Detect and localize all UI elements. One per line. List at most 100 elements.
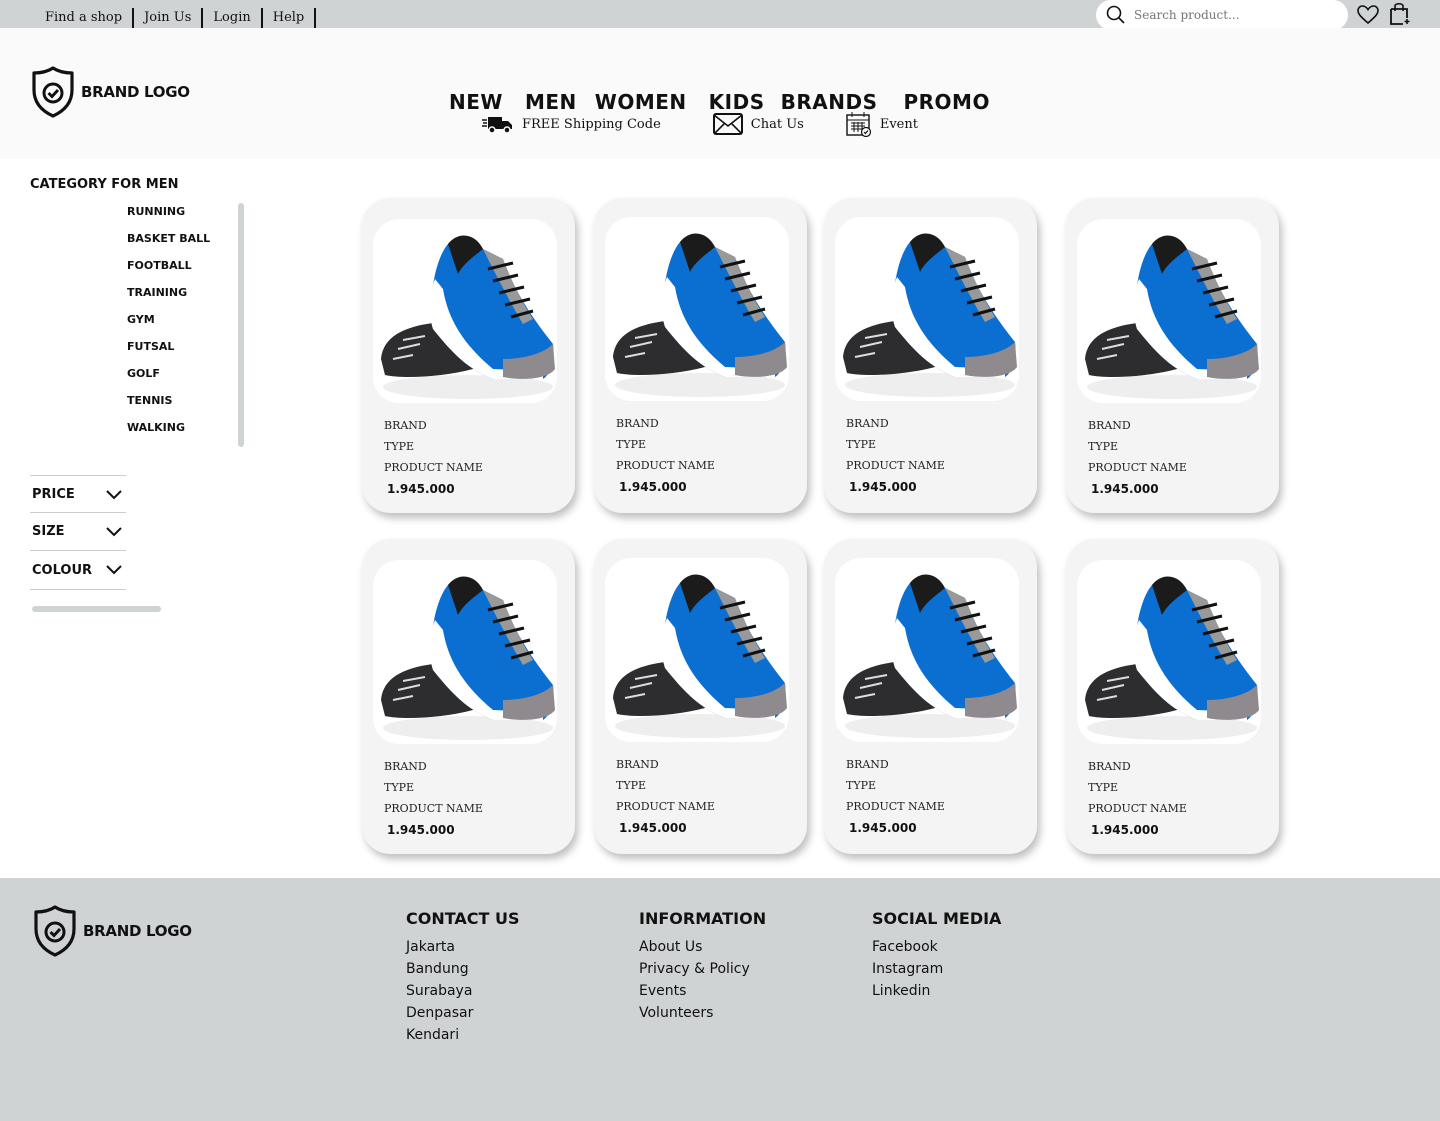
product-card[interactable]: BRAND TYPE PRODUCT NAME 1.945.000 <box>362 539 575 854</box>
privacy-policy-link[interactable]: Privacy & Policy <box>639 958 766 980</box>
product-card[interactable]: BRAND TYPE PRODUCT NAME 1.945.000 <box>824 539 1037 854</box>
search-input[interactable] <box>1134 8 1334 22</box>
footer-information: INFORMATION About Us Privacy & Policy Ev… <box>639 909 766 1024</box>
product-price: 1.945.000 <box>1091 823 1159 837</box>
product-price: 1.945.000 <box>849 480 917 494</box>
cart-bag-icon[interactable] <box>1389 2 1411 26</box>
product-price: 1.945.000 <box>1091 482 1159 496</box>
category-basketball[interactable]: BASKET BALL <box>127 232 210 259</box>
event-label: Event <box>879 116 918 132</box>
category-scrollbar[interactable] <box>238 203 244 447</box>
help-link[interactable]: Help <box>273 8 317 28</box>
filter-size-label: SIZE <box>32 524 65 539</box>
filter-size[interactable]: SIZE <box>30 512 126 550</box>
header: BRAND LOGO NEW MEN WOMEN KIDS BRANDS PRO… <box>0 28 1440 159</box>
category-running[interactable]: RUNNING <box>127 205 210 232</box>
about-us-link[interactable]: About Us <box>639 936 766 958</box>
free-shipping-label: FREE Shipping Code <box>522 116 661 132</box>
product-card[interactable]: BRAND TYPE PRODUCT NAME 1.945.000 <box>1066 198 1279 513</box>
contact-heading: CONTACT US <box>406 909 520 928</box>
product-brand: BRAND <box>1088 419 1131 432</box>
product-image[interactable] <box>1077 219 1261 403</box>
category-golf[interactable]: GOLF <box>127 367 210 394</box>
brand-logo-text: BRAND LOGO <box>81 83 190 101</box>
utility-bar: Find a shop Join Us Login Help <box>0 0 1440 30</box>
product-image[interactable] <box>605 217 789 401</box>
chat-us-link[interactable]: Chat Us <box>712 113 804 135</box>
filter-price[interactable]: PRICE <box>30 475 126 513</box>
product-image[interactable] <box>605 558 789 742</box>
product-type: TYPE <box>846 438 877 451</box>
product-card[interactable]: BRAND TYPE PRODUCT NAME 1.945.000 <box>594 539 807 854</box>
product-brand: BRAND <box>616 417 659 430</box>
product-image[interactable] <box>373 219 557 403</box>
product-image[interactable] <box>1077 560 1261 744</box>
product-name: PRODUCT NAME <box>384 802 483 815</box>
linkedin-link[interactable]: Linkedin <box>872 980 1001 1002</box>
free-shipping-link[interactable]: FREE Shipping Code <box>482 114 661 134</box>
calendar-icon <box>846 112 871 137</box>
product-name: PRODUCT NAME <box>384 461 483 474</box>
product-card[interactable]: BRAND TYPE PRODUCT NAME 1.945.000 <box>824 198 1037 513</box>
category-training[interactable]: TRAINING <box>127 286 210 313</box>
product-image[interactable] <box>373 560 557 744</box>
category-list: RUNNING BASKET BALL FOOTBALL TRAINING GY… <box>127 205 210 448</box>
contact-surabaya[interactable]: Surabaya <box>406 980 520 1002</box>
shield-check-icon <box>31 66 75 118</box>
filter-price-label: PRICE <box>32 487 75 502</box>
social-heading: SOCIAL MEDIA <box>872 909 1002 928</box>
product-type: TYPE <box>384 440 415 453</box>
product-card[interactable]: BRAND TYPE PRODUCT NAME 1.945.000 <box>594 198 807 513</box>
chevron-down-icon <box>106 489 122 499</box>
category-title: CATEGORY FOR MEN <box>30 177 179 192</box>
facebook-link[interactable]: Facebook <box>872 936 1001 958</box>
sidebar-horizontal-scrollbar[interactable] <box>32 606 161 612</box>
category-gym[interactable]: GYM <box>127 313 210 340</box>
events-link[interactable]: Events <box>639 980 766 1002</box>
product-card[interactable]: BRAND TYPE PRODUCT NAME 1.945.000 <box>362 198 575 513</box>
search-icon <box>1106 5 1125 24</box>
event-link[interactable]: Event <box>846 111 918 137</box>
truck-icon <box>482 117 512 134</box>
join-us-link[interactable]: Join Us <box>144 8 204 28</box>
information-heading: INFORMATION <box>639 909 767 928</box>
brand-logo[interactable]: BRAND LOGO <box>31 66 190 118</box>
product-name: PRODUCT NAME <box>1088 802 1187 815</box>
footer-brand-logo-text: BRAND LOGO <box>83 922 192 940</box>
product-type: TYPE <box>616 438 647 451</box>
instagram-link[interactable]: Instagram <box>872 958 1001 980</box>
product-name: PRODUCT NAME <box>846 800 945 813</box>
product-price: 1.945.000 <box>387 482 455 496</box>
search-box[interactable] <box>1096 0 1348 30</box>
product-image[interactable] <box>835 217 1019 401</box>
product-brand: BRAND <box>846 417 889 430</box>
category-walking[interactable]: WALKING <box>127 421 210 448</box>
product-brand: BRAND <box>384 760 427 773</box>
contact-bandung[interactable]: Bandung <box>406 958 520 980</box>
product-brand: BRAND <box>384 419 427 432</box>
contact-denpasar[interactable]: Denpasar <box>406 1002 520 1024</box>
product-card[interactable]: BRAND TYPE PRODUCT NAME 1.945.000 <box>1066 539 1279 854</box>
product-name: PRODUCT NAME <box>1088 461 1187 474</box>
filter-colour[interactable]: COLOUR <box>30 550 126 590</box>
find-shop-link[interactable]: Find a shop <box>45 8 135 28</box>
heart-icon[interactable] <box>1357 5 1379 25</box>
product-name: PRODUCT NAME <box>616 800 715 813</box>
footer-brand-logo[interactable]: BRAND LOGO <box>33 905 192 957</box>
chat-us-label: Chat Us <box>750 116 804 132</box>
chevron-down-icon <box>106 526 122 536</box>
product-type: TYPE <box>616 779 647 792</box>
contact-jakarta[interactable]: Jakarta <box>406 936 520 958</box>
product-brand: BRAND <box>1088 760 1131 773</box>
category-football[interactable]: FOOTBALL <box>127 259 210 286</box>
contact-kendari[interactable]: Kendari <box>406 1024 520 1046</box>
volunteers-link[interactable]: Volunteers <box>639 1002 766 1024</box>
product-name: PRODUCT NAME <box>846 459 945 472</box>
category-futsal[interactable]: FUTSAL <box>127 340 210 367</box>
product-brand: BRAND <box>846 758 889 771</box>
product-image[interactable] <box>835 558 1019 742</box>
category-tennis[interactable]: TENNIS <box>127 394 210 421</box>
login-link[interactable]: Login <box>213 8 263 28</box>
chevron-down-icon <box>106 565 122 575</box>
product-name: PRODUCT NAME <box>616 459 715 472</box>
